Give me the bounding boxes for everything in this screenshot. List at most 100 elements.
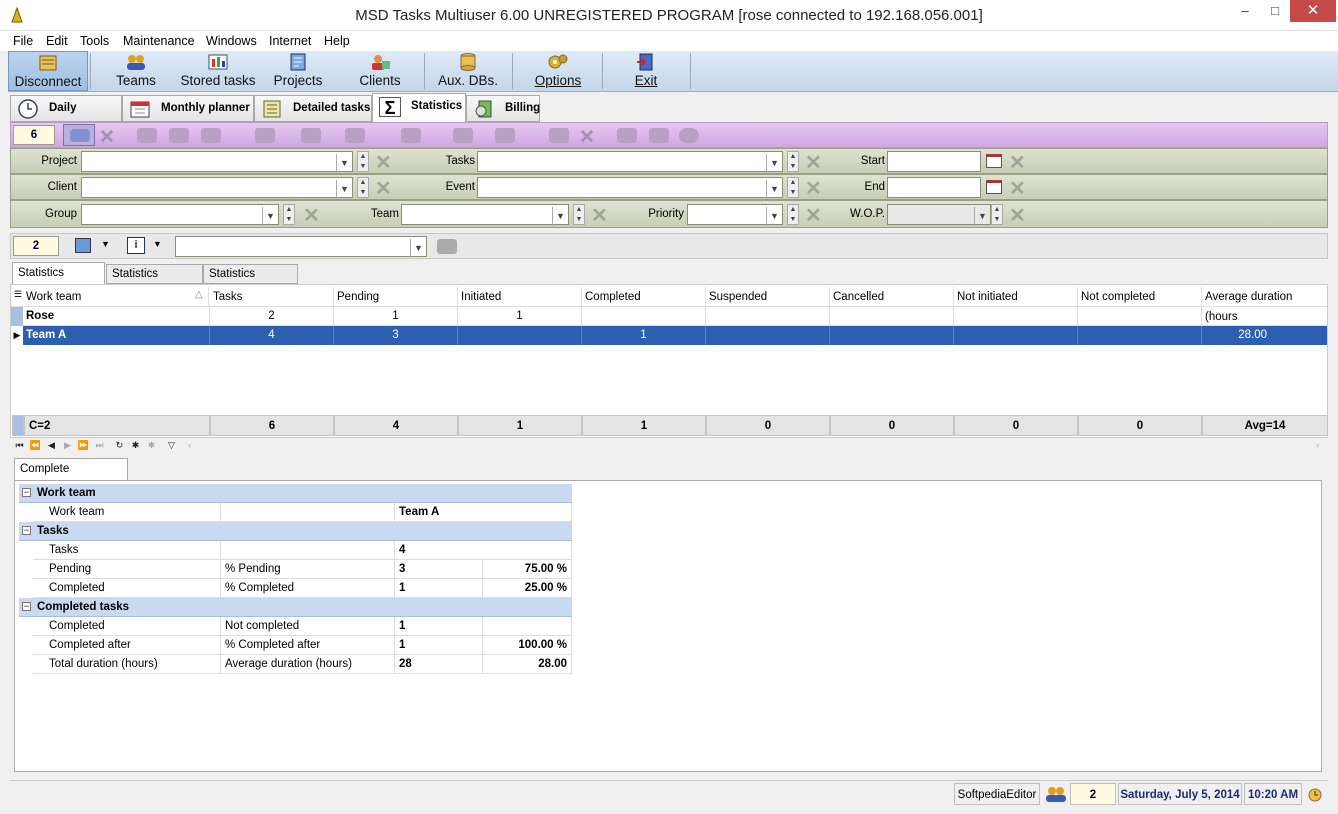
folder-icon[interactable]: [201, 128, 221, 143]
tab-complete-information[interactable]: Complete information: [14, 458, 128, 495]
event-clear-icon[interactable]: ✕: [805, 176, 822, 201]
wop-select[interactable]: ▼: [887, 204, 991, 226]
tasks-clear-icon[interactable]: ✕: [805, 150, 822, 175]
append-icon[interactable]: ✱: [144, 438, 159, 452]
client-spinner[interactable]: ▲ ▼: [357, 177, 369, 198]
tab-monthly-planner[interactable]: Monthly planner: [122, 95, 254, 122]
info-button[interactable]: i ▼: [125, 237, 165, 255]
team-spinner[interactable]: ▲ ▼: [573, 204, 585, 225]
client-clear-icon[interactable]: ✕: [375, 176, 392, 201]
col-cancelled[interactable]: Cancelled: [830, 287, 954, 307]
exit-button[interactable]: Exit: [606, 51, 686, 91]
puzzle-icon[interactable]: [437, 239, 457, 254]
menu-file[interactable]: File: [13, 34, 33, 48]
group-clear-icon[interactable]: ✕: [303, 203, 320, 228]
cloud-icon[interactable]: [617, 128, 637, 143]
group-spinner[interactable]: ▲ ▼: [283, 204, 295, 225]
puzzle-icon[interactable]: [453, 128, 473, 143]
project-clear-icon[interactable]: ✕: [375, 150, 392, 175]
arrow-icon[interactable]: [345, 128, 365, 143]
collapse-icon[interactable]: −: [22, 602, 31, 611]
menu-tools[interactable]: Tools: [80, 34, 109, 48]
teams-button[interactable]: Teams: [96, 51, 176, 91]
project-spinner[interactable]: ▲ ▼: [357, 151, 369, 172]
team-select[interactable]: ▼: [401, 204, 569, 226]
menu-edit[interactable]: Edit: [46, 34, 68, 48]
scroll-left-icon[interactable]: ‹: [182, 438, 197, 452]
end-calendar-icon[interactable]: [986, 180, 1002, 194]
first-record-icon[interactable]: ⏮: [12, 438, 27, 452]
wop-clear-icon[interactable]: ✕: [1009, 203, 1026, 228]
col-initiated[interactable]: Initiated: [458, 287, 582, 307]
next-page-icon[interactable]: ⏩: [76, 438, 91, 452]
col-pending[interactable]: Pending: [334, 287, 458, 307]
disconnect-button[interactable]: Disconnect: [8, 51, 88, 91]
add-icon[interactable]: [137, 128, 157, 143]
tab-detailed-tasks[interactable]: Detailed tasks: [254, 95, 372, 122]
client-select[interactable]: ▼: [81, 177, 353, 199]
tasks-spinner[interactable]: ▲ ▼: [787, 151, 799, 172]
open-folder-icon[interactable]: [401, 128, 421, 143]
tab-statistics-bands[interactable]: Statistics (bands): [106, 264, 203, 298]
scroll-right-icon[interactable]: ›: [1310, 438, 1325, 452]
clients-button[interactable]: Clients: [346, 51, 414, 91]
delete-icon[interactable]: ✕: [579, 126, 595, 149]
priority-select[interactable]: ▼: [687, 204, 783, 226]
col-tasks[interactable]: Tasks: [210, 287, 334, 307]
aux-dbs-button[interactable]: Aux. DBs.: [430, 51, 506, 91]
table-row-selected[interactable]: ▶ Team A 4 3 1 28.00: [11, 326, 1327, 345]
table-row[interactable]: Rose 2 1 1: [11, 307, 1327, 326]
search-icon[interactable]: [679, 128, 699, 143]
collapse-icon[interactable]: −: [22, 488, 31, 497]
tab-daily-planner[interactable]: Daily planner: [10, 95, 122, 139]
clear-icon[interactable]: ✕: [99, 126, 115, 149]
insert-icon[interactable]: ✱: [128, 438, 143, 452]
last-record-icon[interactable]: ⏭: [92, 438, 107, 452]
col-not-initiated[interactable]: Not initiated: [954, 287, 1078, 307]
menu-help[interactable]: Help: [324, 34, 350, 48]
cloud-download-icon[interactable]: [649, 128, 669, 143]
group-completed-tasks[interactable]: − Completed tasks: [19, 598, 572, 617]
edit-chart-button[interactable]: ▼: [73, 237, 113, 255]
end-date-input[interactable]: [887, 177, 981, 198]
prev-page-icon[interactable]: ⏪: [28, 438, 43, 452]
menu-internet[interactable]: Internet: [269, 34, 311, 48]
col-work-team[interactable]: Work team: [23, 287, 209, 307]
next-record-icon[interactable]: ▶: [60, 438, 75, 452]
priority-spinner[interactable]: ▲ ▼: [787, 204, 799, 225]
column-chooser-icon[interactable]: ☰: [14, 289, 22, 300]
group-work-team[interactable]: − Work team: [19, 484, 572, 503]
tab-statistics[interactable]: Σ Statistics: [372, 93, 466, 122]
start-date-input[interactable]: [887, 151, 981, 172]
options-button[interactable]: Options: [518, 51, 598, 91]
alarm-clock-icon[interactable]: [1306, 786, 1324, 802]
view-select[interactable]: ▼: [175, 236, 427, 258]
menu-windows[interactable]: Windows: [206, 34, 257, 48]
event-spinner[interactable]: ▲ ▼: [787, 177, 799, 198]
copy-icon[interactable]: [255, 128, 275, 143]
col-not-completed[interactable]: Not completed: [1078, 287, 1202, 307]
team-clear-icon[interactable]: ✕: [591, 203, 608, 228]
refresh-icon[interactable]: ↻: [112, 438, 127, 452]
start-clear-icon[interactable]: ✕: [1009, 150, 1026, 175]
filter-icon[interactable]: ▽: [164, 438, 179, 452]
minimize-button[interactable]: –: [1230, 0, 1260, 22]
menu-maintenance[interactable]: Maintenance: [123, 34, 195, 48]
maximize-button[interactable]: □: [1260, 0, 1290, 22]
event-select[interactable]: ▼: [477, 177, 783, 199]
group-select[interactable]: ▼: [81, 204, 279, 226]
project-select[interactable]: ▼: [81, 151, 353, 173]
tab-statistics-cards[interactable]: Statistics (cards): [203, 264, 298, 298]
collapse-icon[interactable]: −: [22, 526, 31, 535]
close-button[interactable]: ✕: [1290, 0, 1336, 22]
prev-record-icon[interactable]: ◀: [44, 438, 59, 452]
box-icon[interactable]: [495, 128, 515, 143]
edit-icon[interactable]: [169, 128, 189, 143]
start-calendar-icon[interactable]: [986, 154, 1002, 168]
tag-icon[interactable]: [549, 128, 569, 143]
group-tasks[interactable]: − Tasks: [19, 522, 572, 541]
tab-statistics-table[interactable]: Statistics (table): [12, 262, 105, 299]
stored-tasks-button[interactable]: Stored tasks: [176, 51, 260, 91]
col-completed[interactable]: Completed: [582, 287, 706, 307]
tab-billing[interactable]: Billing: [466, 95, 540, 122]
